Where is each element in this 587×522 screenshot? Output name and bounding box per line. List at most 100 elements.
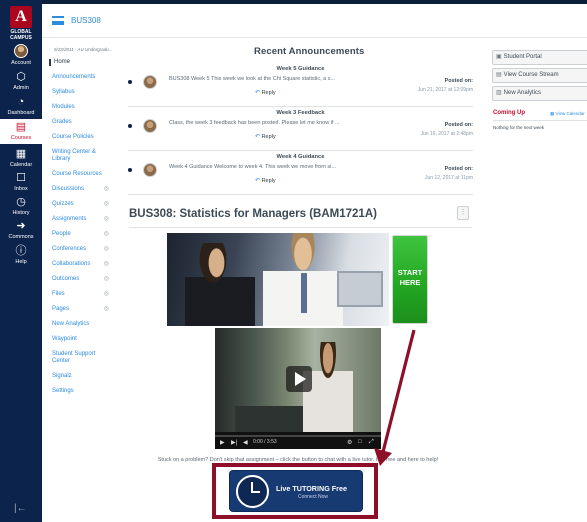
gnav-courses[interactable]: ▤ Courses: [0, 119, 42, 144]
course-nav-label: Course Policies: [52, 134, 94, 140]
unread-dot-icon: [128, 80, 132, 84]
course-nav-course-policies[interactable]: Course Policies: [49, 134, 111, 141]
volume-icon[interactable]: ◀: [243, 439, 248, 446]
start-here-button[interactable]: START HERE: [392, 235, 428, 324]
course-nav-home[interactable]: Home: [49, 59, 111, 66]
reply-icon: ↶: [255, 134, 261, 140]
play-small-icon[interactable]: ▶: [220, 439, 225, 446]
student-portal-button[interactable]: ▣ Student Portal: [492, 50, 587, 65]
course-nav-quizzes[interactable]: Quizzes ◎: [49, 201, 111, 208]
button-label: Student Portal: [503, 54, 542, 60]
dashboard-icon: ◔: [17, 96, 25, 108]
posted-date: Jun 21, 2017 at 12:09pm: [417, 87, 473, 93]
help-icon: ⓘ: [15, 245, 27, 257]
play-icon[interactable]: [286, 366, 312, 392]
new-analytics-button[interactable]: ▥ New Analytics: [492, 86, 587, 101]
photo-person-woman: [185, 243, 255, 326]
course-nav-signalz[interactable]: Signalz: [49, 373, 111, 380]
shield-icon: ⬡: [16, 71, 26, 83]
avatar: [143, 119, 157, 133]
course-nav-label: Course Resources: [52, 171, 102, 177]
hamburger-menu-icon[interactable]: [52, 16, 64, 25]
live-tutoring-button[interactable]: Live TUTORING Free Connect Now: [229, 470, 363, 512]
university-logo[interactable]: A: [10, 6, 32, 28]
tutoring-label: Live TUTORING Free: [276, 484, 347, 493]
announcement-body: Week 4 Guidance Welcome to week 4. This …: [169, 164, 336, 170]
course-nav-outcomes[interactable]: Outcomes ◎: [49, 276, 111, 283]
gnav-account[interactable]: Account: [0, 44, 42, 66]
breadcrumb[interactable]: BUS308: [71, 16, 101, 25]
logo-text: GLOBAL CAMPUS: [10, 29, 32, 41]
course-nav-student-support[interactable]: Student Support Center: [49, 351, 104, 365]
gnav-help[interactable]: ⓘ Help: [0, 245, 42, 265]
coming-up-divider: [493, 120, 587, 121]
reply-link[interactable]: ↶ Reply: [255, 133, 276, 140]
course-nav-settings[interactable]: Settings: [49, 388, 111, 395]
photo-monitor: [337, 271, 383, 307]
reply-link[interactable]: ↶ Reply: [255, 177, 276, 184]
course-nav-waypoint[interactable]: Waypoint: [49, 336, 111, 343]
announcement-heading[interactable]: Week 3 Feedback: [128, 110, 473, 116]
title-divider: [129, 227, 472, 228]
course-nav-pages[interactable]: Pages ◎: [49, 306, 111, 313]
stream-icon: ▤: [496, 72, 502, 78]
hidden-eye-icon: ◎: [103, 231, 109, 237]
settings-icon[interactable]: ⚙: [347, 439, 352, 446]
hidden-eye-icon: ◎: [103, 201, 109, 207]
analytics-icon: ▥: [496, 90, 502, 96]
arrow-shaft: [381, 329, 416, 453]
course-nav-conferences[interactable]: Conferences ◎: [49, 246, 111, 253]
gnav-commons[interactable]: ➜ Commons: [0, 220, 42, 240]
kebab-icon: ⋮: [459, 209, 467, 216]
skip-icon[interactable]: ▶|: [231, 439, 237, 446]
options-menu-button[interactable]: ⋮: [457, 206, 469, 220]
hidden-eye-icon: ◎: [103, 246, 109, 252]
hidden-eye-icon: ◎: [103, 306, 109, 312]
posted-label: Posted on:: [444, 78, 473, 84]
course-nav-label: Student Support Center: [52, 351, 96, 364]
button-label: View Course Stream: [503, 72, 559, 78]
gnav-account-label: Account: [11, 60, 31, 66]
announcement-heading[interactable]: Week 5 Guidance: [128, 66, 473, 72]
course-nav-collaborations[interactable]: Collaborations ◎: [49, 261, 111, 268]
course-nav-writing-center[interactable]: Writing Center & Library: [49, 149, 104, 163]
reply-icon: ↶: [255, 178, 261, 184]
intro-video-player[interactable]: ▶ ▶| ◀ 0:00 / 3:53 ⚙ □ ⤢: [215, 328, 381, 449]
course-nav-people[interactable]: People ◎: [49, 231, 111, 238]
gnav-admin[interactable]: ⬡ Admin: [0, 71, 42, 91]
fullscreen-icon[interactable]: ⤢: [369, 439, 374, 446]
gnav-calendar[interactable]: ▦ Calendar: [0, 148, 42, 168]
gnav-inbox[interactable]: ☐ Inbox: [0, 172, 42, 192]
course-nav-announcements[interactable]: Announcements: [49, 74, 111, 81]
view-course-stream-button[interactable]: ▤ View Course Stream: [492, 68, 587, 83]
gnav-dashboard[interactable]: ◔ Dashboard: [0, 96, 42, 116]
collapse-nav-icon[interactable]: |←: [14, 503, 27, 514]
course-nav-modules[interactable]: Modules: [49, 104, 111, 111]
reply-link[interactable]: ↶ Reply: [255, 89, 276, 96]
course-nav-assignments[interactable]: Assignments ◎: [49, 216, 111, 223]
course-nav-discussions[interactable]: Discussions ◎: [49, 186, 111, 193]
announcement-heading[interactable]: Week 4 Guidance: [128, 154, 473, 160]
video-time: 0:00 / 3:53: [253, 439, 277, 445]
video-progress-bar[interactable]: [215, 435, 381, 437]
course-nav-label: Syllabus: [52, 89, 75, 95]
book-icon: ▤: [15, 121, 27, 133]
course-nav-label: Writing Center & Library: [52, 149, 96, 162]
course-nav-course-resources[interactable]: Course Resources: [49, 171, 111, 178]
captions-icon[interactable]: □: [358, 439, 362, 445]
avatar: [143, 163, 157, 177]
avatar: [143, 75, 157, 89]
course-nav-files[interactable]: Files ◎: [49, 291, 111, 298]
course-nav-label: Pages: [52, 306, 70, 312]
course-term: 5/23/2011 - AU Undergradu...: [54, 47, 113, 52]
connect-now-label: Connect Now: [298, 494, 329, 500]
coming-up-empty: Nothing for the next week: [493, 125, 545, 130]
portal-icon: ▣: [496, 54, 502, 60]
view-calendar-link[interactable]: ▦ View Calendar: [550, 111, 585, 117]
posted-date: Jun 16, 2017 at 2:48pm: [420, 131, 473, 137]
course-nav-syllabus[interactable]: Syllabus: [49, 89, 111, 96]
course-nav-new-analytics[interactable]: New Analytics: [49, 321, 111, 328]
inbox-icon: ☐: [16, 172, 26, 184]
course-nav-grades[interactable]: Grades: [49, 119, 111, 126]
gnav-history[interactable]: ◷ History: [0, 196, 42, 216]
